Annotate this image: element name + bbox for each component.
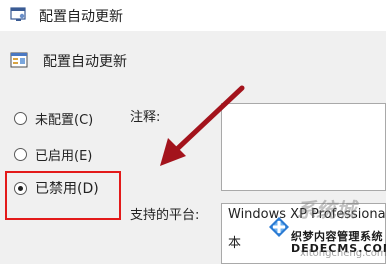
platform-label: 支持的平台: bbox=[130, 208, 200, 223]
option-label: 已启用(E) bbox=[35, 148, 93, 164]
policy-settings-icon bbox=[10, 52, 28, 68]
title-bar: 配置自动更新 bbox=[0, 0, 386, 30]
highlight-annotation bbox=[5, 171, 121, 220]
watermark-faint-url: xitongcheng.com bbox=[300, 248, 386, 259]
comment-textbox[interactable] bbox=[221, 103, 386, 191]
platform-value-line2: 本 bbox=[228, 236, 242, 251]
option-enabled[interactable]: 已启用(E) bbox=[14, 144, 92, 164]
radio-enabled[interactable] bbox=[14, 147, 27, 161]
option-label: 未配置(C) bbox=[35, 112, 94, 128]
option-not-configured[interactable]: 未配置(C) bbox=[14, 108, 93, 128]
watermark-faint-logo-text: 系统城 bbox=[296, 198, 356, 222]
radio-not-configured[interactable] bbox=[14, 111, 27, 125]
policy-settings-icon bbox=[10, 7, 26, 21]
watermark-logo-icon bbox=[269, 217, 289, 237]
comment-label: 注释: bbox=[130, 110, 161, 125]
dialog-header: 配置自动更新 bbox=[0, 31, 386, 84]
window-title: 配置自动更新 bbox=[39, 9, 123, 25]
header-title: 配置自动更新 bbox=[43, 54, 127, 70]
